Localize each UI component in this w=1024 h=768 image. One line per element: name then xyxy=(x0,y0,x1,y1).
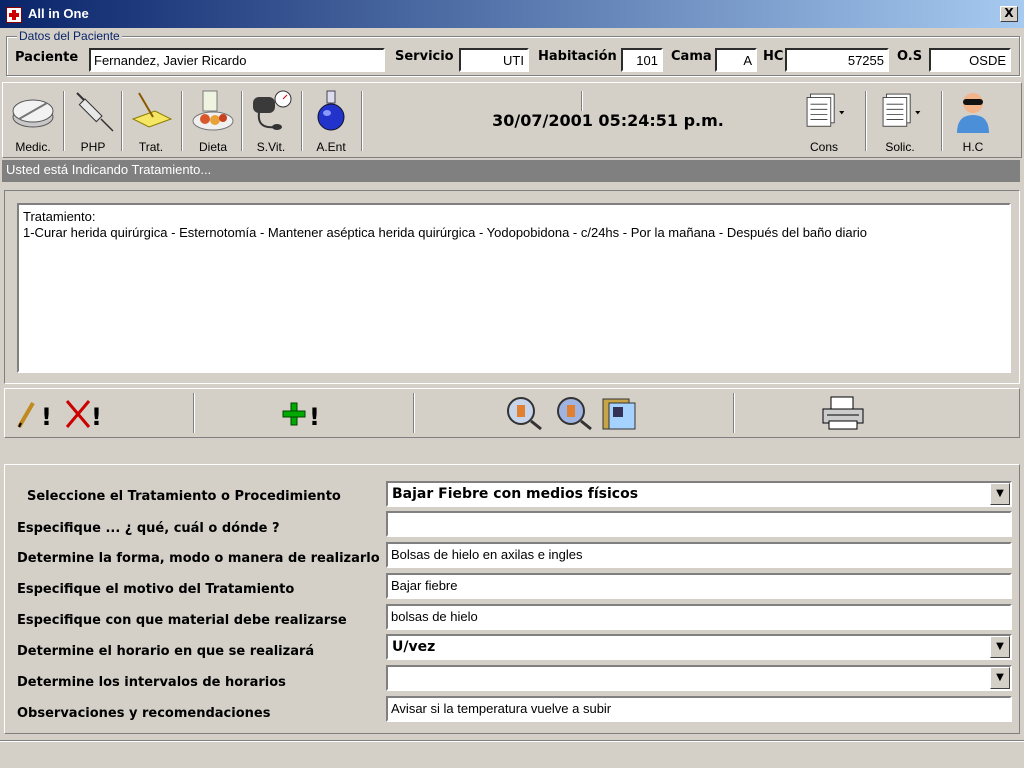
hc-label: HC xyxy=(763,49,784,64)
patient-name-field[interactable]: Fernandez, Javier Ricardo xyxy=(89,48,385,72)
search-info-button[interactable] xyxy=(503,395,543,431)
main-toolbar: Medic. PHP Trat. Dieta S.Vit. A.Ent 30/0… xyxy=(2,82,1022,158)
magnifier-icon xyxy=(557,397,592,431)
chevron-down-icon[interactable]: ▼ xyxy=(990,483,1010,505)
interval-select[interactable]: ▼ xyxy=(386,665,1012,691)
flask-icon xyxy=(317,90,345,131)
food-icon xyxy=(192,90,234,131)
treatment-button[interactable]: Trat. xyxy=(121,89,181,155)
observations-input[interactable]: Avisar si la temperatura vuelve a subir xyxy=(386,696,1012,722)
search-details-button[interactable] xyxy=(553,395,593,431)
syringe-icon xyxy=(76,92,114,132)
window-title: All in One xyxy=(28,6,89,21)
magnifier-icon xyxy=(507,397,542,431)
status-bar xyxy=(0,740,1024,768)
toolbar-separator xyxy=(581,91,583,111)
hc-field[interactable]: 57255 xyxy=(785,48,889,72)
datetime-display: 30/07/2001 05:24:51 p.m. xyxy=(492,111,724,130)
status-message: Usted está Indicando Tratamiento... xyxy=(2,160,1020,182)
php-button[interactable]: PHP xyxy=(63,89,123,155)
vital-signs-button[interactable]: S.Vit. xyxy=(241,89,301,155)
action-bar: ! ! ! xyxy=(4,388,1020,438)
room-label: Habitación xyxy=(538,49,617,64)
svg-text:!: ! xyxy=(309,403,320,431)
doctor-icon xyxy=(957,93,989,133)
tool-label: Dieta xyxy=(198,140,227,154)
schedule-select[interactable]: U/vez ▼ xyxy=(386,634,1012,660)
delete-x-icon: ! xyxy=(65,400,102,431)
treatment-select[interactable]: Bajar Fiebre con medios físicos ▼ xyxy=(386,481,1012,507)
red-cross-icon xyxy=(6,7,22,23)
diet-button[interactable]: Dieta xyxy=(183,89,243,155)
tool-label: Medic. xyxy=(15,140,51,154)
service-field[interactable]: UTI xyxy=(459,48,529,72)
action-separator xyxy=(413,393,415,433)
method-input[interactable]: Bolsas de hielo en axilas e ingles xyxy=(386,542,1012,568)
pill-icon xyxy=(12,99,54,128)
treatment-form: Seleccione el Tratamiento o Procedimient… xyxy=(4,464,1020,734)
svg-text:!: ! xyxy=(41,403,52,431)
field-label: Especifique ... ¿ qué, cuál o dónde ? xyxy=(17,521,280,536)
title-bar: All in One X xyxy=(0,0,1024,28)
plus-icon: ! xyxy=(282,402,320,431)
bed-label: Cama xyxy=(671,49,712,64)
field-label: Especifique con que material debe realiz… xyxy=(17,613,347,628)
bed-field[interactable]: A xyxy=(715,48,757,72)
tool-label: Trat. xyxy=(138,140,164,154)
treatment-select-value: Bajar Fiebre con medios físicos xyxy=(392,486,639,502)
field-label: Determine el horario en que se realizará xyxy=(17,644,315,659)
patient-label: Paciente xyxy=(15,50,79,65)
requests-button[interactable]: Solic. xyxy=(867,89,933,155)
chevron-down-icon[interactable]: ▼ xyxy=(990,636,1010,658)
material-input[interactable]: bolsas de hielo xyxy=(386,604,1012,630)
specify-what-input[interactable] xyxy=(386,511,1012,537)
folder-button[interactable] xyxy=(601,395,641,431)
patient-data-group: Datos del Paciente Paciente Fernandez, J… xyxy=(6,29,1020,76)
action-separator xyxy=(733,393,735,433)
field-label: Determine la forma, modo o manera de rea… xyxy=(17,551,380,566)
print-button[interactable] xyxy=(821,395,865,431)
documents-icon xyxy=(882,93,921,127)
close-button[interactable]: X xyxy=(1000,6,1018,22)
tool-label: Solic. xyxy=(885,140,915,154)
tool-label: Cons xyxy=(809,140,838,154)
treatment-panel: Tratamiento: 1-Curar herida quirúrgica -… xyxy=(4,190,1020,384)
folder-icon xyxy=(602,398,636,430)
action-separator xyxy=(193,393,195,433)
edit-button[interactable]: ! xyxy=(15,395,55,431)
toolbar-separator xyxy=(361,91,363,151)
field-label: Determine los intervalos de horarios xyxy=(17,675,286,690)
medical-history-button[interactable]: H.C xyxy=(943,89,1003,155)
os-field[interactable]: OSDE xyxy=(929,48,1011,72)
delete-button[interactable]: ! xyxy=(63,395,107,431)
consultations-button[interactable]: Cons xyxy=(791,89,857,155)
treatment-heading: Tratamiento: xyxy=(23,209,96,224)
tool-label: S.Vit. xyxy=(256,140,286,154)
reason-input[interactable]: Bajar fiebre xyxy=(386,573,1012,599)
field-label: Observaciones y recomendaciones xyxy=(17,706,271,721)
tool-label: A.Ent xyxy=(316,140,346,154)
blood-pressure-icon xyxy=(253,90,292,130)
documents-icon xyxy=(806,93,845,127)
service-label: Servicio xyxy=(395,49,454,64)
field-label: Seleccione el Tratamiento o Procedimient… xyxy=(27,489,341,504)
os-label: O.S xyxy=(897,49,923,64)
printer-icon xyxy=(822,396,864,430)
patient-group-title: Datos del Paciente xyxy=(17,29,122,43)
bandage-icon xyxy=(131,92,173,128)
tool-label: H.C xyxy=(962,140,984,154)
field-label: Especifique el motivo del Tratamiento xyxy=(17,582,295,597)
a-ent-button[interactable]: A.Ent xyxy=(301,89,361,155)
tool-label: PHP xyxy=(80,140,106,154)
medication-button[interactable]: Medic. xyxy=(3,89,63,155)
pencil-icon: ! xyxy=(17,401,52,431)
add-button[interactable]: ! xyxy=(281,395,325,431)
svg-text:!: ! xyxy=(91,403,102,431)
treatment-textarea[interactable]: Tratamiento: 1-Curar herida quirúrgica -… xyxy=(17,203,1011,373)
room-field[interactable]: 101 xyxy=(621,48,663,72)
chevron-down-icon[interactable]: ▼ xyxy=(990,667,1010,689)
schedule-select-value: U/vez xyxy=(392,639,436,655)
treatment-line: 1-Curar herida quirúrgica - Esternotomía… xyxy=(23,225,868,240)
